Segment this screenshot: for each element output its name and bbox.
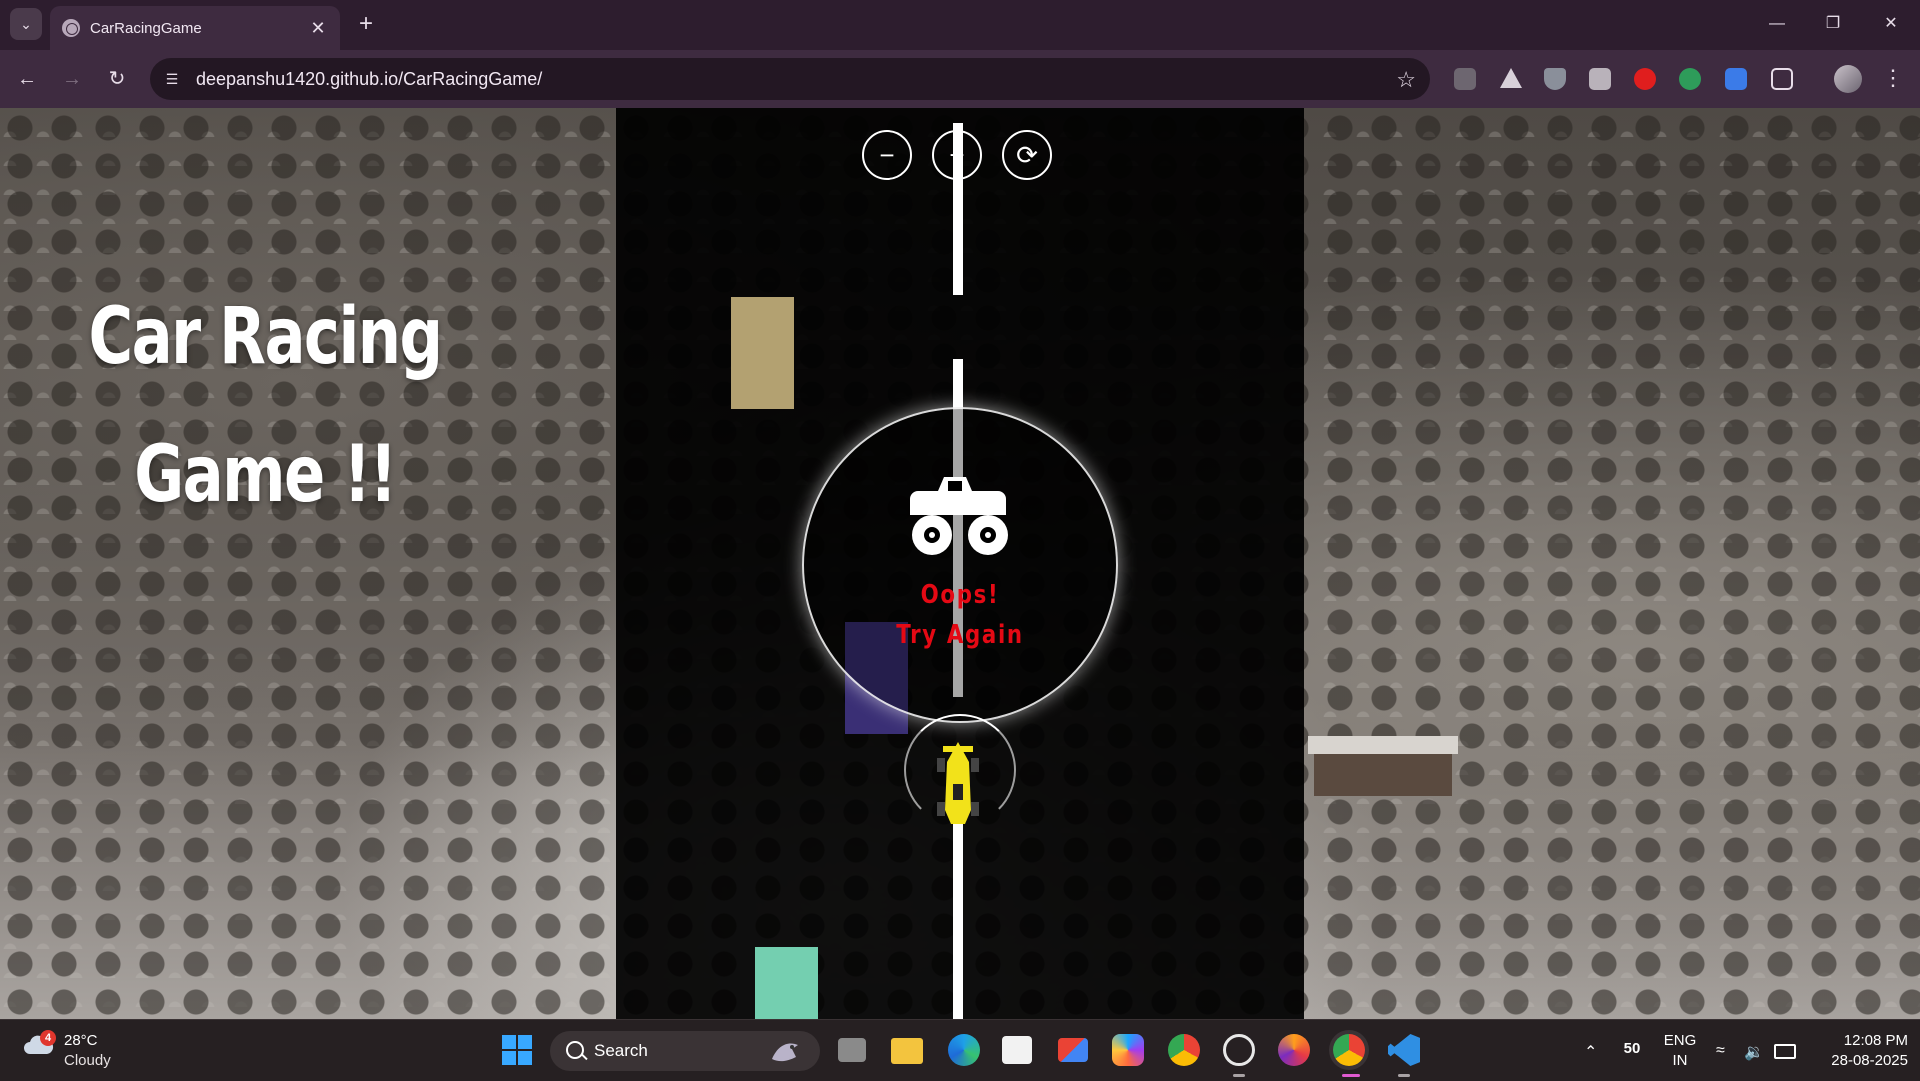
restore-button[interactable]: ❐ (1810, 10, 1856, 38)
increase-speed-button[interactable]: + (932, 130, 982, 180)
minimize-button[interactable]: — (1754, 10, 1800, 38)
game-road[interactable]: − + ⟳ Oops! Try Again (616, 108, 1304, 1019)
clock-date[interactable]: 28-08-2025 (1806, 1052, 1908, 1069)
extension-red-hand-icon[interactable] (1634, 68, 1656, 90)
browser-tab-strip: ⌄ CarRacingGame ✕ + — ❐ ✕ (0, 0, 1920, 50)
monster-truck-icon (910, 477, 1008, 555)
player-car[interactable] (935, 740, 981, 830)
microsoft-store-icon[interactable] (1002, 1036, 1032, 1064)
extension-shield-icon[interactable] (1544, 68, 1566, 90)
browser-toolbar: ← → ↻ ☰ deepanshu1420.github.io/CarRacin… (0, 50, 1920, 108)
tab-search-button[interactable]: ⌄ (10, 8, 42, 40)
lane-marking (953, 958, 963, 1019)
extension-green-icon[interactable] (1679, 68, 1701, 90)
vscode-running-indicator (1398, 1074, 1410, 1077)
extensions-puzzle-icon[interactable] (1771, 68, 1793, 90)
tray-number[interactable]: 50 (1620, 1040, 1644, 1057)
browser-menu-icon[interactable]: ⋮ (1882, 64, 1904, 92)
close-tab-icon[interactable]: ✕ (308, 18, 328, 38)
background-house (1308, 736, 1458, 796)
language-line-2[interactable]: IN (1662, 1052, 1698, 1069)
page-title: Car Racing Game !! (82, 268, 449, 544)
firefox-icon[interactable] (1278, 1034, 1310, 1066)
copilot-icon[interactable] (1112, 1034, 1144, 1066)
gmail-icon[interactable] (1058, 1038, 1088, 1062)
decrease-speed-button[interactable]: − (862, 130, 912, 180)
url-text: deepanshu1420.github.io/CarRacingGame/ (196, 69, 543, 89)
chrome-active-indicator (1342, 1074, 1360, 1077)
restart-button[interactable]: ⟳ (1002, 130, 1052, 180)
wifi-icon[interactable]: ≈ (1716, 1042, 1725, 1060)
extension-cast-icon[interactable] (1589, 68, 1611, 90)
task-view-icon[interactable] (838, 1038, 866, 1062)
page-title-line-1: Car Racing (88, 292, 444, 382)
game-over-line-2: Try Again (896, 620, 1024, 650)
globe-icon (62, 19, 80, 37)
show-hidden-icons-chevron[interactable]: ⌃ (1584, 1042, 1597, 1062)
reload-button[interactable]: ↻ (103, 65, 131, 93)
clock-time[interactable]: 12:08 PM (1806, 1032, 1908, 1049)
search-icon (566, 1041, 584, 1059)
vscode-icon[interactable] (1388, 1034, 1420, 1066)
weather-alert-badge: 4 (40, 1030, 56, 1046)
opponent-car-mint (755, 947, 818, 1019)
opponent-car-tan (731, 297, 794, 409)
weather-description[interactable]: Cloudy (64, 1052, 111, 1069)
site-info-icon[interactable]: ☰ (162, 69, 182, 89)
search-label: Search (594, 1041, 648, 1060)
new-tab-button[interactable]: + (354, 12, 378, 36)
tab-title: CarRacingGame (90, 19, 202, 37)
search-highlight-bird-icon (772, 1043, 798, 1062)
chrome-profile-icon[interactable] (1333, 1034, 1365, 1066)
browser-tab-active[interactable]: CarRacingGame ✕ (50, 6, 340, 50)
taskbar-search[interactable]: Search (550, 1031, 820, 1071)
game-over-dialog[interactable]: Oops! Try Again (802, 407, 1118, 723)
battery-icon[interactable] (1774, 1044, 1796, 1059)
extension-folder-icon[interactable] (1454, 68, 1476, 90)
game-over-line-1: Oops! (920, 580, 1000, 610)
chrome-icon[interactable] (1168, 1034, 1200, 1066)
windows-start-icon[interactable] (501, 1034, 533, 1066)
forward-button[interactable]: → (58, 65, 86, 93)
windows-taskbar: 4 28°C Cloudy Search ⌃ 50 ENG IN ≈ 🔉 12:… (0, 1019, 1920, 1081)
volume-icon[interactable]: 🔉 (1744, 1042, 1764, 1062)
back-button[interactable]: ← (13, 65, 41, 93)
weather-temperature[interactable]: 28°C (64, 1032, 98, 1049)
chatgpt-icon[interactable] (1223, 1034, 1255, 1066)
page-title-line-2: Game !! (134, 430, 397, 520)
address-bar[interactable]: ☰ deepanshu1420.github.io/CarRacingGame/… (150, 58, 1430, 100)
bookmark-star-icon[interactable]: ☆ (1396, 67, 1416, 93)
extension-blue-icon[interactable] (1725, 68, 1747, 90)
language-line-1[interactable]: ENG (1662, 1032, 1698, 1049)
extension-drive-icon[interactable] (1500, 68, 1522, 88)
file-explorer-icon[interactable] (891, 1038, 923, 1064)
chatgpt-running-indicator (1233, 1074, 1245, 1077)
close-window-button[interactable]: ✕ (1868, 10, 1914, 38)
edge-browser-icon[interactable] (948, 1034, 980, 1066)
profile-avatar[interactable] (1834, 65, 1862, 93)
page-viewport: Car Racing Game !! − + ⟳ Oops! Try Again (0, 108, 1920, 1019)
